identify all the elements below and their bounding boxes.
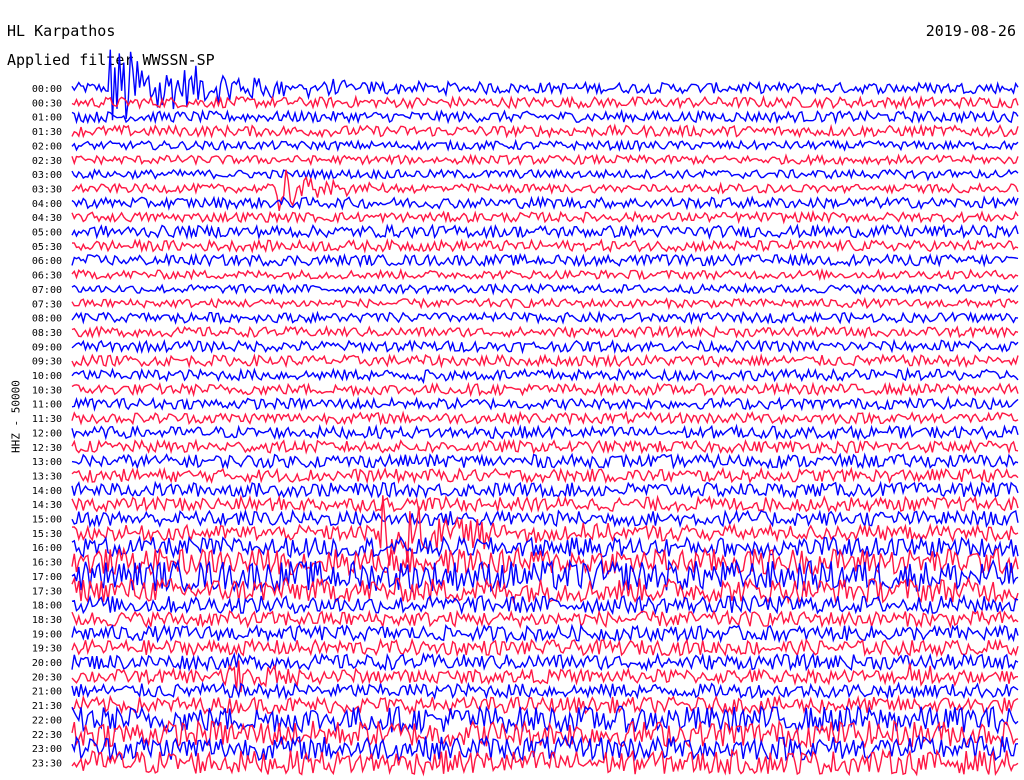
seismic-trace-row: [71, 637, 1019, 658]
row-time-label: 10:30: [32, 385, 62, 396]
row-time-label: 21:30: [32, 701, 62, 712]
row-time-label: 02:30: [32, 156, 62, 167]
seismic-trace-row: [71, 223, 1019, 241]
row-time-label: 13:00: [32, 457, 62, 468]
seismic-trace-row: [71, 651, 1019, 672]
seismic-trace-row: [71, 282, 1019, 296]
seismic-trace-row: [71, 108, 1019, 125]
seismic-trace-row: [71, 466, 1019, 485]
row-time-label: 00:00: [32, 84, 62, 95]
seismic-trace-row: [71, 508, 1019, 529]
seismic-trace-row: [71, 310, 1019, 326]
row-time-label: 06:00: [32, 256, 62, 267]
row-time-label: 11:00: [32, 400, 62, 411]
helicorder-chart: HL Karpathos Applied filter WWSSN-SP 201…: [0, 0, 1024, 780]
seismic-trace-row: [71, 395, 1019, 412]
seismogram-plot: 00:00 00:30 01:00 01:30 02:00 02:30 03:00 03:30…: [32, 49, 1019, 777]
seismic-trace-row: [71, 94, 1019, 111]
row-time-label: 05:00: [32, 228, 62, 239]
row-time-label: 03:30: [32, 184, 62, 195]
row-time-label: 06:30: [32, 271, 62, 282]
row-time-label: 15:00: [32, 515, 62, 526]
row-time-label: 05:30: [32, 242, 62, 253]
seismic-trace-row: [71, 480, 1019, 500]
row-time-label: 01:30: [32, 127, 62, 138]
seismic-trace-row: [71, 438, 1019, 455]
row-time-label: 08:30: [32, 328, 62, 339]
seismic-trace-row: [71, 167, 1019, 182]
seismic-trace-row: [71, 623, 1019, 644]
seismic-trace-row: [71, 324, 1019, 340]
seismic-trace-row: [71, 381, 1019, 398]
seismic-trace-row: [71, 366, 1019, 385]
seismic-trace-row: [71, 237, 1019, 254]
row-time-label: 07:30: [32, 299, 62, 310]
seismic-trace-row: [71, 494, 1019, 514]
row-time-label: 23:30: [32, 758, 62, 769]
row-time-label: 16:00: [32, 543, 62, 554]
row-time-label: 02:00: [32, 141, 62, 152]
row-time-label: 17:00: [32, 572, 62, 583]
seismic-trace-row: [71, 123, 1019, 139]
row-time-label: 03:00: [32, 170, 62, 181]
row-time-label: 22:00: [32, 715, 62, 726]
seismic-trace-row: [71, 49, 1019, 121]
seismic-trace-row: [71, 296, 1019, 311]
row-time-label: 14:30: [32, 500, 62, 511]
seismic-trace-row: [71, 209, 1019, 225]
row-time-label: 21:00: [32, 687, 62, 698]
row-time-label: 09:30: [32, 357, 62, 368]
seismic-trace-row: [71, 681, 1019, 701]
seismic-trace-row: [71, 423, 1019, 441]
seismic-trace-row: [71, 410, 1019, 426]
row-time-label: 10:00: [32, 371, 62, 382]
seismic-trace-row: [71, 153, 1019, 167]
seismic-trace-row: [71, 593, 1019, 616]
row-time-label: 20:30: [32, 672, 62, 683]
row-time-label: 07:00: [32, 285, 62, 296]
seismic-trace-row: [71, 195, 1019, 211]
row-time-label: 16:30: [32, 558, 62, 569]
row-time-label: 19:00: [32, 629, 62, 640]
row-time-label: 09:00: [32, 342, 62, 353]
seismic-trace-row: [71, 338, 1019, 355]
seismic-trace-row: [71, 252, 1019, 269]
seismic-trace-row: [71, 452, 1019, 471]
row-time-label: 12:00: [32, 428, 62, 439]
row-time-label: 14:00: [32, 486, 62, 497]
row-time-label: 18:00: [32, 601, 62, 612]
row-time-label: 00:30: [32, 98, 62, 109]
row-time-label: 15:30: [32, 529, 62, 540]
row-time-label: 11:30: [32, 414, 62, 425]
seismic-trace-row: [71, 267, 1019, 282]
seismic-trace-row: [71, 733, 1019, 762]
row-time-label: 04:30: [32, 213, 62, 224]
row-time-label: 17:30: [32, 586, 62, 597]
seismic-trace-row: [71, 353, 1019, 369]
row-time-label: 13:30: [32, 471, 62, 482]
row-time-label: 08:00: [32, 314, 62, 325]
seismic-trace-row: [71, 138, 1019, 153]
row-time-label: 18:30: [32, 615, 62, 626]
seismic-trace-row: [71, 694, 1019, 716]
row-time-label: 12:30: [32, 443, 62, 454]
row-time-label: 19:30: [32, 644, 62, 655]
row-time-label: 20:00: [32, 658, 62, 669]
row-time-label: 23:00: [32, 744, 62, 755]
row-time-label: 01:00: [32, 113, 62, 124]
row-time-label: 22:30: [32, 730, 62, 741]
seismic-trace-row: [71, 609, 1019, 629]
row-time-label: 04:00: [32, 199, 62, 210]
